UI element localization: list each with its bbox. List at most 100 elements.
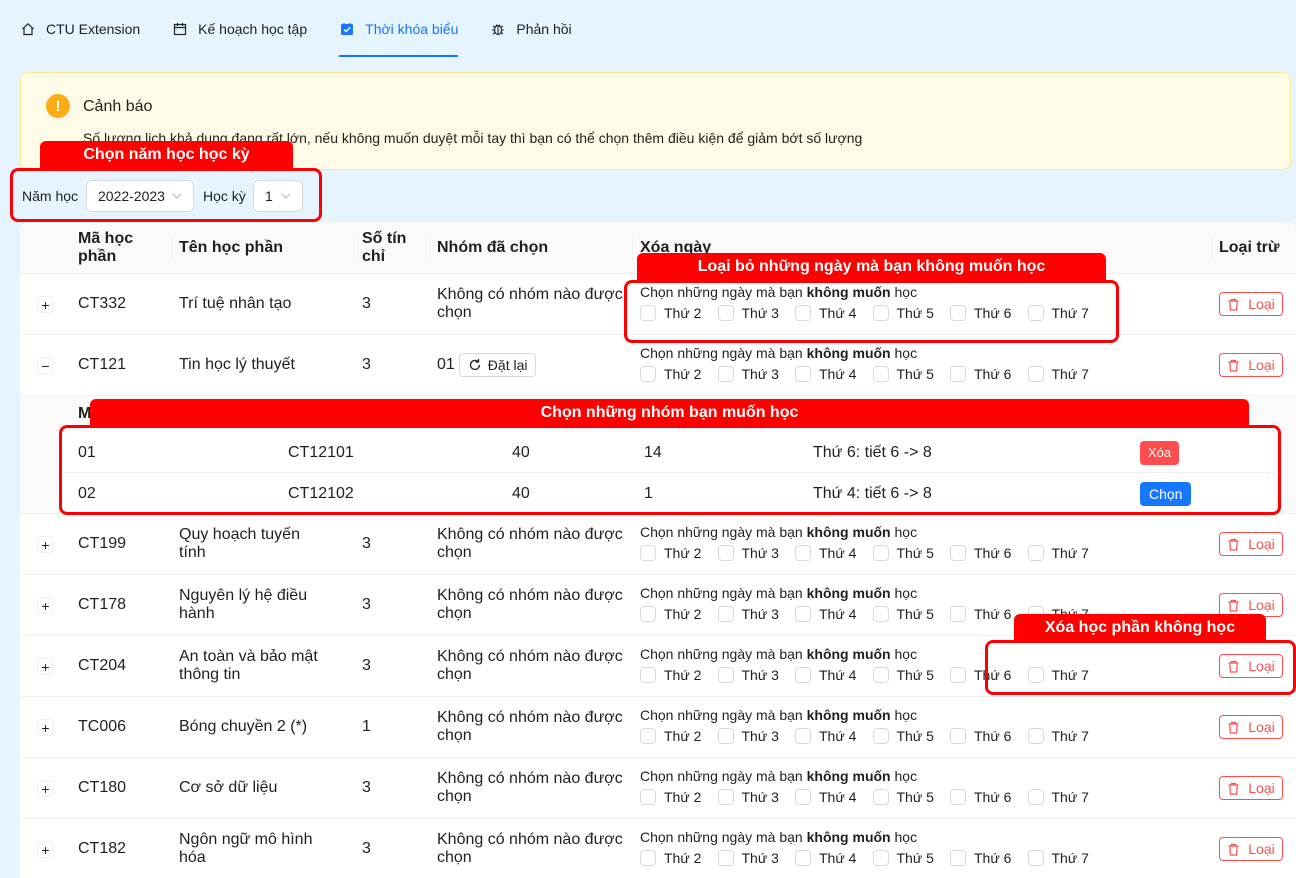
- day-checkbox[interactable]: Thứ 6: [950, 728, 1028, 744]
- day-checkbox[interactable]: Thứ 6: [950, 366, 1028, 382]
- collapse-row-button[interactable]: −: [37, 357, 54, 374]
- day-checkbox[interactable]: Thứ 7: [1027, 545, 1106, 561]
- checkbox[interactable]: [717, 789, 734, 805]
- expand-row-button[interactable]: +: [37, 597, 54, 614]
- day-checkbox[interactable]: Thứ 4: [795, 606, 873, 622]
- day-checkbox[interactable]: Thứ 4: [795, 667, 873, 683]
- expand-row-button[interactable]: +: [37, 658, 54, 675]
- day-checkbox[interactable]: Thứ 7: [1027, 366, 1106, 382]
- day-checkbox[interactable]: Thứ 5: [872, 545, 951, 561]
- checkbox[interactable]: [640, 850, 656, 866]
- checkbox[interactable]: [872, 789, 889, 805]
- day-checkbox[interactable]: Thứ 4: [795, 850, 873, 866]
- checkbox[interactable]: [795, 667, 811, 683]
- day-checkbox[interactable]: Thứ 3: [717, 850, 796, 866]
- checkbox[interactable]: [950, 850, 966, 866]
- checkbox[interactable]: [872, 728, 889, 744]
- expand-row-button[interactable]: +: [37, 780, 54, 797]
- day-checkbox[interactable]: Thứ 2: [640, 789, 718, 805]
- day-checkbox[interactable]: Thứ 3: [717, 606, 796, 622]
- day-checkbox[interactable]: Thứ 7: [1027, 728, 1106, 744]
- checkbox[interactable]: [872, 545, 889, 561]
- day-checkbox[interactable]: Thứ 6: [950, 545, 1028, 561]
- expand-row-button[interactable]: +: [37, 841, 54, 858]
- checkbox[interactable]: [717, 850, 734, 866]
- year-select[interactable]: 2022-2023: [86, 180, 194, 212]
- checkbox[interactable]: [950, 728, 966, 744]
- checkbox[interactable]: [1027, 366, 1044, 382]
- checkbox[interactable]: [717, 667, 734, 683]
- exclude-button[interactable]: Loại: [1219, 837, 1283, 861]
- checkbox[interactable]: [640, 667, 656, 683]
- day-checkbox[interactable]: Thứ 3: [717, 366, 796, 382]
- day-checkbox[interactable]: Thứ 5: [872, 728, 951, 744]
- day-checkbox[interactable]: Thứ 5: [872, 606, 951, 622]
- checkbox[interactable]: [1027, 545, 1044, 561]
- checkbox[interactable]: [795, 728, 811, 744]
- checkbox[interactable]: [640, 545, 656, 561]
- checkbox[interactable]: [795, 850, 811, 866]
- tab-timetable[interactable]: Thời khóa biểu: [339, 0, 459, 58]
- checkbox[interactable]: [950, 789, 966, 805]
- checkbox[interactable]: [1027, 850, 1044, 866]
- day-checkbox[interactable]: Thứ 2: [640, 667, 718, 683]
- checkbox[interactable]: [1027, 789, 1044, 805]
- day-checkbox[interactable]: Thứ 5: [872, 850, 951, 866]
- checkbox[interactable]: [950, 667, 966, 683]
- day-checkbox[interactable]: Thứ 5: [872, 366, 951, 382]
- expand-row-button[interactable]: +: [37, 296, 54, 313]
- day-checkbox[interactable]: Thứ 3: [717, 545, 796, 561]
- day-checkbox[interactable]: Thứ 3: [717, 667, 796, 683]
- exclude-button[interactable]: Loại: [1219, 715, 1283, 739]
- checkbox[interactable]: [872, 366, 889, 382]
- day-checkbox[interactable]: Thứ 6: [950, 850, 1028, 866]
- day-checkbox[interactable]: Thứ 4: [795, 366, 873, 382]
- checkbox[interactable]: [717, 366, 734, 382]
- checkbox[interactable]: [795, 366, 811, 382]
- checkbox[interactable]: [717, 606, 734, 622]
- day-checkbox[interactable]: Thứ 7: [1027, 850, 1106, 866]
- checkbox[interactable]: [950, 545, 966, 561]
- exclude-button[interactable]: Loại: [1219, 292, 1283, 316]
- exclude-button[interactable]: Loại: [1219, 353, 1283, 377]
- day-checkbox[interactable]: Thứ 3: [717, 789, 796, 805]
- course-name: An toàn và bảo mật thông tin: [179, 636, 329, 696]
- checkbox[interactable]: [717, 728, 734, 744]
- day-checkbox[interactable]: Thứ 2: [640, 366, 718, 382]
- day-checkbox[interactable]: Thứ 4: [795, 728, 873, 744]
- expand-row-button[interactable]: +: [37, 536, 54, 553]
- reset-group-button[interactable]: Đặt lại: [458, 353, 537, 377]
- checkbox[interactable]: [872, 606, 889, 622]
- checkbox[interactable]: [640, 789, 656, 805]
- tab-ctu-extension[interactable]: CTU Extension: [20, 0, 140, 58]
- checkbox[interactable]: [640, 366, 656, 382]
- checkbox[interactable]: [640, 728, 656, 744]
- day-checkbox[interactable]: Thứ 2: [640, 850, 718, 866]
- day-checkbox[interactable]: Thứ 2: [640, 606, 718, 622]
- checkbox[interactable]: [795, 545, 811, 561]
- exclude-button[interactable]: Loại: [1219, 776, 1283, 800]
- day-checkbox[interactable]: Thứ 6: [950, 789, 1028, 805]
- tab-feedback[interactable]: Phản hồi: [490, 0, 572, 58]
- checkbox[interactable]: [872, 667, 889, 683]
- day-checkbox[interactable]: Thứ 5: [872, 667, 951, 683]
- day-checkbox[interactable]: Thứ 2: [640, 545, 718, 561]
- checkbox[interactable]: [640, 606, 656, 622]
- checkbox[interactable]: [950, 606, 966, 622]
- exclude-button[interactable]: Loại: [1219, 532, 1283, 556]
- tab-study-plan[interactable]: Kế hoạch học tập: [172, 0, 307, 58]
- day-checkbox[interactable]: Thứ 3: [717, 728, 796, 744]
- day-checkbox[interactable]: Thứ 4: [795, 545, 873, 561]
- checkbox[interactable]: [950, 366, 966, 382]
- day-checkbox[interactable]: Thứ 5: [872, 789, 951, 805]
- checkbox[interactable]: [872, 850, 889, 866]
- day-checkbox[interactable]: Thứ 4: [795, 789, 873, 805]
- term-select[interactable]: 1: [253, 180, 303, 212]
- checkbox[interactable]: [717, 545, 734, 561]
- expand-row-button[interactable]: +: [37, 719, 54, 736]
- checkbox[interactable]: [1027, 728, 1044, 744]
- day-checkbox[interactable]: Thứ 7: [1027, 789, 1106, 805]
- checkbox[interactable]: [795, 606, 811, 622]
- checkbox[interactable]: [795, 789, 811, 805]
- day-checkbox[interactable]: Thứ 2: [640, 728, 718, 744]
